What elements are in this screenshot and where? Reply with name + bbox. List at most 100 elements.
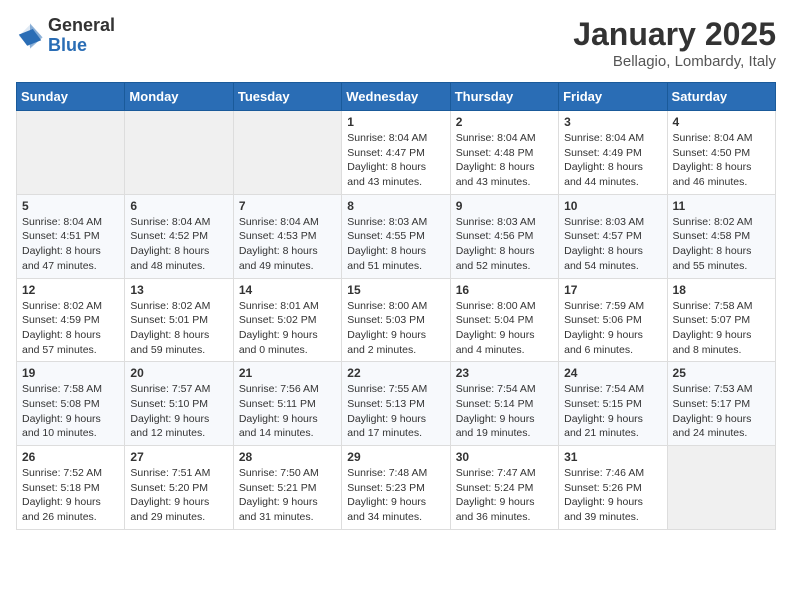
day-info: Sunrise: 7:50 AM Sunset: 5:21 PM Dayligh…	[239, 466, 336, 525]
day-info: Sunrise: 8:04 AM Sunset: 4:50 PM Dayligh…	[673, 131, 770, 190]
calendar-cell: 17 Sunrise: 7:59 AM Sunset: 5:06 PM Dayli…	[559, 278, 667, 362]
calendar-cell: 4 Sunrise: 8:04 AM Sunset: 4:50 PM Daylig…	[667, 111, 775, 195]
day-info: Sunrise: 8:04 AM Sunset: 4:52 PM Dayligh…	[130, 215, 227, 274]
calendar-cell	[667, 446, 775, 530]
day-number: 1	[347, 115, 444, 129]
calendar-cell: 7Sunrise: 8:04 AM Sunset: 4:53 PM Daylig…	[233, 194, 341, 278]
weekday-header-sunday: Sunday	[17, 83, 125, 111]
calendar-cell: 2 Sunrise: 8:04 AM Sunset: 4:48 PM Daylig…	[450, 111, 558, 195]
day-number: 6	[130, 199, 227, 213]
calendar-table: SundayMondayTuesdayWednesdayThursdayFrid…	[16, 82, 776, 530]
calendar-cell: 22 Sunrise: 7:55 AM Sunset: 5:13 PM Dayli…	[342, 362, 450, 446]
calendar-cell: 5 Sunrise: 8:04 AM Sunset: 4:51 PM Daylig…	[17, 194, 125, 278]
day-info: Sunrise: 8:01 AM Sunset: 5:02 PM Dayligh…	[239, 299, 336, 358]
calendar-cell: 8 Sunrise: 8:03 AM Sunset: 4:55 PM Daylig…	[342, 194, 450, 278]
day-info: Sunrise: 7:59 AM Sunset: 5:06 PM Dayligh…	[564, 299, 661, 358]
day-number: 20	[130, 366, 227, 380]
page-header: General Blue January 2025 Bellagio, Lomb…	[16, 16, 776, 70]
calendar-cell: 23 Sunrise: 7:54 AM Sunset: 5:14 PM Dayli…	[450, 362, 558, 446]
calendar-cell	[233, 111, 341, 195]
day-info: Sunrise: 7:53 AM Sunset: 5:17 PM Dayligh…	[673, 382, 770, 441]
calendar-cell: 27Sunrise: 7:51 AM Sunset: 5:20 PM Dayli…	[125, 446, 233, 530]
calendar-week-3: 12Sunrise: 8:02 AM Sunset: 4:59 PM Dayli…	[17, 278, 776, 362]
day-info: Sunrise: 7:55 AM Sunset: 5:13 PM Dayligh…	[347, 382, 444, 441]
day-number: 27	[130, 450, 227, 464]
day-info: Sunrise: 7:52 AM Sunset: 5:18 PM Dayligh…	[22, 466, 119, 525]
weekday-header-saturday: Saturday	[667, 83, 775, 111]
day-info: Sunrise: 8:04 AM Sunset: 4:47 PM Dayligh…	[347, 131, 444, 190]
calendar-cell: 6 Sunrise: 8:04 AM Sunset: 4:52 PM Daylig…	[125, 194, 233, 278]
calendar-week-4: 19Sunrise: 7:58 AM Sunset: 5:08 PM Dayli…	[17, 362, 776, 446]
day-info: Sunrise: 8:04 AM Sunset: 4:51 PM Dayligh…	[22, 215, 119, 274]
calendar-cell: 9 Sunrise: 8:03 AM Sunset: 4:56 PM Daylig…	[450, 194, 558, 278]
calendar-cell: 3 Sunrise: 8:04 AM Sunset: 4:49 PM Daylig…	[559, 111, 667, 195]
weekday-header-row: SundayMondayTuesdayWednesdayThursdayFrid…	[17, 83, 776, 111]
day-number: 22	[347, 366, 444, 380]
day-info: Sunrise: 8:02 AM Sunset: 4:58 PM Dayligh…	[673, 215, 770, 274]
logo-icon	[16, 22, 44, 50]
calendar-cell: 25Sunrise: 7:53 AM Sunset: 5:17 PM Dayli…	[667, 362, 775, 446]
day-number: 11	[673, 199, 770, 213]
day-number: 28	[239, 450, 336, 464]
day-info: Sunrise: 7:57 AM Sunset: 5:10 PM Dayligh…	[130, 382, 227, 441]
day-info: Sunrise: 8:04 AM Sunset: 4:53 PM Dayligh…	[239, 215, 336, 274]
day-info: Sunrise: 7:56 AM Sunset: 5:11 PM Dayligh…	[239, 382, 336, 441]
day-number: 23	[456, 366, 553, 380]
day-number: 19	[22, 366, 119, 380]
calendar-week-1: 1 Sunrise: 8:04 AM Sunset: 4:47 PM Daylig…	[17, 111, 776, 195]
day-info: Sunrise: 8:04 AM Sunset: 4:49 PM Dayligh…	[564, 131, 661, 190]
title-block: January 2025 Bellagio, Lombardy, Italy	[573, 16, 776, 70]
day-number: 14	[239, 283, 336, 297]
calendar-cell: 28 Sunrise: 7:50 AM Sunset: 5:21 PM Dayli…	[233, 446, 341, 530]
day-number: 31	[564, 450, 661, 464]
calendar-cell: 10Sunrise: 8:03 AM Sunset: 4:57 PM Dayli…	[559, 194, 667, 278]
day-info: Sunrise: 7:54 AM Sunset: 5:14 PM Dayligh…	[456, 382, 553, 441]
day-number: 21	[239, 366, 336, 380]
logo-text: General Blue	[48, 16, 115, 56]
day-number: 9	[456, 199, 553, 213]
day-number: 26	[22, 450, 119, 464]
day-number: 17	[564, 283, 661, 297]
logo-general-text: General	[48, 16, 115, 36]
day-number: 5	[22, 199, 119, 213]
calendar-week-2: 5 Sunrise: 8:04 AM Sunset: 4:51 PM Daylig…	[17, 194, 776, 278]
day-info: Sunrise: 7:54 AM Sunset: 5:15 PM Dayligh…	[564, 382, 661, 441]
day-number: 10	[564, 199, 661, 213]
calendar-cell: 29 Sunrise: 7:48 AM Sunset: 5:23 PM Dayli…	[342, 446, 450, 530]
calendar-cell: 18Sunrise: 7:58 AM Sunset: 5:07 PM Dayli…	[667, 278, 775, 362]
day-number: 12	[22, 283, 119, 297]
calendar-cell: 20 Sunrise: 7:57 AM Sunset: 5:10 PM Dayli…	[125, 362, 233, 446]
calendar-cell	[125, 111, 233, 195]
day-number: 29	[347, 450, 444, 464]
day-info: Sunrise: 7:47 AM Sunset: 5:24 PM Dayligh…	[456, 466, 553, 525]
calendar-cell: 30Sunrise: 7:47 AM Sunset: 5:24 PM Dayli…	[450, 446, 558, 530]
day-info: Sunrise: 8:04 AM Sunset: 4:48 PM Dayligh…	[456, 131, 553, 190]
day-info: Sunrise: 8:00 AM Sunset: 5:03 PM Dayligh…	[347, 299, 444, 358]
day-info: Sunrise: 7:48 AM Sunset: 5:23 PM Dayligh…	[347, 466, 444, 525]
calendar-cell: 14 Sunrise: 8:01 AM Sunset: 5:02 PM Dayli…	[233, 278, 341, 362]
day-number: 3	[564, 115, 661, 129]
day-info: Sunrise: 8:03 AM Sunset: 4:55 PM Dayligh…	[347, 215, 444, 274]
day-number: 8	[347, 199, 444, 213]
calendar-cell: 21 Sunrise: 7:56 AM Sunset: 5:11 PM Dayli…	[233, 362, 341, 446]
calendar-cell: 13 Sunrise: 8:02 AM Sunset: 5:01 PM Dayli…	[125, 278, 233, 362]
calendar-cell: 12Sunrise: 8:02 AM Sunset: 4:59 PM Dayli…	[17, 278, 125, 362]
calendar-cell: 11 Sunrise: 8:02 AM Sunset: 4:58 PM Dayli…	[667, 194, 775, 278]
day-number: 4	[673, 115, 770, 129]
calendar-cell: 26 Sunrise: 7:52 AM Sunset: 5:18 PM Dayli…	[17, 446, 125, 530]
location: Bellagio, Lombardy, Italy	[573, 53, 776, 70]
weekday-header-tuesday: Tuesday	[233, 83, 341, 111]
calendar-cell: 15Sunrise: 8:00 AM Sunset: 5:03 PM Dayli…	[342, 278, 450, 362]
day-number: 24	[564, 366, 661, 380]
calendar-cell: 31Sunrise: 7:46 AM Sunset: 5:26 PM Dayli…	[559, 446, 667, 530]
day-number: 2	[456, 115, 553, 129]
day-number: 13	[130, 283, 227, 297]
calendar-cell: 24 Sunrise: 7:54 AM Sunset: 5:15 PM Dayli…	[559, 362, 667, 446]
day-number: 18	[673, 283, 770, 297]
weekday-header-friday: Friday	[559, 83, 667, 111]
day-info: Sunrise: 8:02 AM Sunset: 5:01 PM Dayligh…	[130, 299, 227, 358]
calendar-cell: 16Sunrise: 8:00 AM Sunset: 5:04 PM Dayli…	[450, 278, 558, 362]
day-info: Sunrise: 8:03 AM Sunset: 4:56 PM Dayligh…	[456, 215, 553, 274]
calendar-cell	[17, 111, 125, 195]
weekday-header-wednesday: Wednesday	[342, 83, 450, 111]
